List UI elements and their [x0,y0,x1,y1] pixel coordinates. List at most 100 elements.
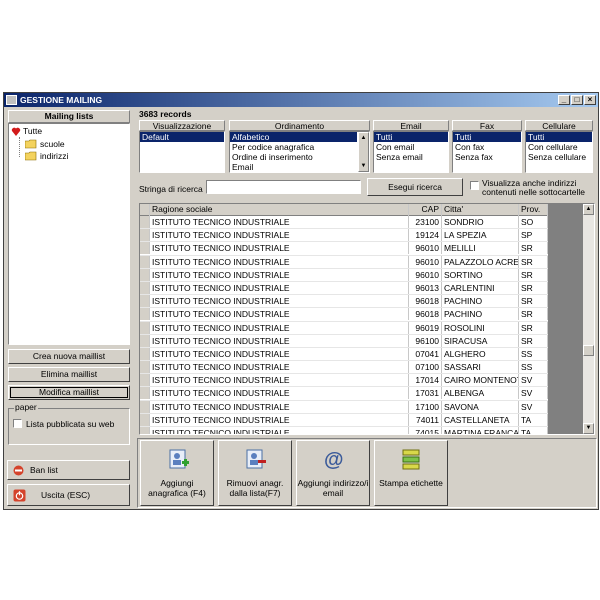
grid-scrollbar[interactable]: ▲ ▼ [583,204,594,434]
table-row[interactable]: ISTITUTO TECNICO INDUSTRIALE 07100 SASSARI… [140,361,548,375]
table-row[interactable]: ISTITUTO TECNICO INDUSTRIALE 17014 CAIRO M… [140,374,548,388]
table-row[interactable]: ISTITUTO TECNICO INDUSTRIALE 96018 PACHINO… [140,308,548,322]
table-row[interactable]: ISTITUTO TECNICO INDUSTRIALE 96010 MELILLI… [140,242,548,256]
cell-citta: PACHINO [442,308,519,321]
column-header-cap[interactable]: CAP [409,204,442,216]
scroll-down-icon[interactable]: ▼ [359,161,368,171]
table-row[interactable]: ISTITUTO TECNICO INDUSTRIALE 96019 ROSOLIN… [140,321,548,335]
delete-maillist-button[interactable]: Elimina maillist [8,367,130,382]
email-filter-list[interactable]: Tutti Con email Senza email [373,131,449,173]
scroll-thumb[interactable] [583,345,594,356]
list-option[interactable]: Con email [374,142,448,152]
list-option[interactable]: Con cellulare [526,142,592,152]
cellulare-filter-list[interactable]: Tutti Con cellulare Senza cellulare [525,131,593,173]
row-indicator[interactable] [140,229,150,242]
add-contact-icon [169,449,189,469]
close-button[interactable]: × [584,95,596,105]
subfolders-checkbox[interactable] [470,181,479,190]
mailing-tree[interactable]: Tutte scuole indirizzi [8,123,130,345]
cell-ragione-sociale: ISTITUTO TECNICO INDUSTRIALE [150,308,409,321]
cell-cap: 07100 [409,361,442,374]
cell-cap: 96018 [409,308,442,321]
row-indicator[interactable] [140,334,150,347]
tree-item-scuole[interactable]: scuole [19,139,119,150]
edit-maillist-button[interactable]: Modifica maillist [8,385,130,400]
table-row[interactable]: ISTITUTO TECNICO INDUSTRIALE 07041 ALGHERO… [140,347,548,362]
table-row[interactable]: ISTITUTO TECNICO INDUSTRIALE 74015 MARTINA… [140,427,548,434]
ordinamento-scrollbar[interactable]: ▲ ▼ [358,132,369,172]
visualizzazione-list[interactable]: Default [139,131,225,173]
row-indicator[interactable] [140,255,150,268]
remove-anagrafica-button[interactable]: Rimuovi anagr. dalla lista(F7) [218,440,292,506]
row-indicator[interactable] [140,361,150,374]
ban-list-button[interactable]: Ban list [7,460,130,480]
row-indicator[interactable] [140,387,150,400]
row-indicator[interactable] [140,281,150,294]
tree-item-indirizzi[interactable]: indirizzi [19,151,119,162]
create-maillist-button[interactable]: Crea nuova maillist [8,349,130,364]
title-bar[interactable]: GESTIONE MAILING _ □ × [4,93,598,107]
row-indicator[interactable] [140,347,150,360]
cell-cap: 96013 [409,281,442,294]
cell-citta: CARLENTINI [442,281,519,294]
scroll-down-icon[interactable]: ▼ [583,423,594,434]
row-indicator[interactable] [140,427,150,434]
column-header-ragione-sociale[interactable]: Ragione sociale [150,204,409,216]
scroll-up-icon[interactable]: ▲ [359,133,368,143]
row-indicator[interactable] [140,321,150,334]
list-option[interactable]: Alfabetico [230,132,357,142]
scroll-up-icon[interactable]: ▲ [583,204,594,215]
search-button[interactable]: Esegui ricerca [367,178,463,196]
exit-button[interactable]: Uscita (ESC) [7,484,130,506]
list-option[interactable]: Email [230,162,369,172]
add-anagrafica-button[interactable]: Aggiungi anagrafica (F4) [140,440,214,506]
fax-filter-list[interactable]: Tutti Con fax Senza fax [452,131,522,173]
table-row[interactable]: ISTITUTO TECNICO INDUSTRIALE 23100 SONDRIO… [140,216,548,230]
minimize-button[interactable]: _ [558,95,570,105]
column-header-prov[interactable]: Prov. [519,204,548,216]
list-option[interactable]: Tutti [453,132,521,142]
list-option[interactable]: Con fax [453,142,521,152]
cell-prov: SV [519,374,548,387]
published-web-checkbox[interactable] [13,419,22,428]
list-option[interactable]: Senza cellulare [526,152,592,162]
table-row[interactable]: ISTITUTO TECNICO INDUSTRIALE 96100 SIRACUS… [140,334,548,348]
add-email-button[interactable]: @ Aggiungi indirizzo/i email [296,440,370,506]
row-indicator[interactable] [140,413,150,426]
row-indicator[interactable] [140,308,150,321]
table-row[interactable]: ISTITUTO TECNICO INDUSTRIALE 96013 CARLENT… [140,281,548,296]
records-grid[interactable]: Ragione sociale CAP Citta' Prov. ISTITUT… [139,203,595,435]
row-indicator[interactable] [140,400,150,413]
list-option[interactable]: Ordine di inserimento [230,152,369,162]
row-indicator[interactable] [140,268,150,281]
table-row[interactable]: ISTITUTO TECNICO INDUSTRIALE 96010 SORTINO… [140,268,548,282]
cell-ragione-sociale: ISTITUTO TECNICO INDUSTRIALE [150,413,409,426]
list-option[interactable]: Senza fax [453,152,521,162]
tree-item-tutte[interactable]: Tutte [11,126,111,137]
cell-prov: TA [519,427,548,434]
row-indicator[interactable] [140,295,150,308]
list-option[interactable]: Default [140,132,224,142]
table-row[interactable]: ISTITUTO TECNICO INDUSTRIALE 96010 PALAZZO… [140,255,548,269]
row-indicator[interactable] [140,216,150,228]
label-line: Aggiungi [160,478,194,488]
table-row[interactable]: ISTITUTO TECNICO INDUSTRIALE 19124 LA SPEZ… [140,229,548,243]
row-indicator[interactable] [140,374,150,387]
label-line: dalla lista(F7) [229,488,281,498]
row-indicator[interactable] [140,242,150,255]
ordinamento-list[interactable]: Alfabetico Per codice anagrafica Ordine … [229,131,370,173]
cell-prov: SR [519,255,548,268]
table-row[interactable]: ISTITUTO TECNICO INDUSTRIALE 74011 CASTELL… [140,413,548,427]
table-row[interactable]: ISTITUTO TECNICO INDUSTRIALE 17100 SAVONA S… [140,400,548,414]
table-row[interactable]: ISTITUTO TECNICO INDUSTRIALE 17031 ALBENGA… [140,387,548,401]
list-option[interactable]: Tutti [374,132,448,142]
search-input[interactable] [206,180,361,194]
list-option[interactable]: Per codice anagrafica [230,142,369,152]
column-header-citta[interactable]: Citta' [442,204,519,216]
cell-cap: 07041 [409,347,442,360]
list-option[interactable]: Senza email [374,152,448,162]
print-labels-button[interactable]: Stampa etichette [374,440,448,506]
maximize-button[interactable]: □ [571,95,583,105]
table-row[interactable]: ISTITUTO TECNICO INDUSTRIALE 96018 PACHINO… [140,295,548,309]
list-option[interactable]: Tutti [526,132,592,142]
